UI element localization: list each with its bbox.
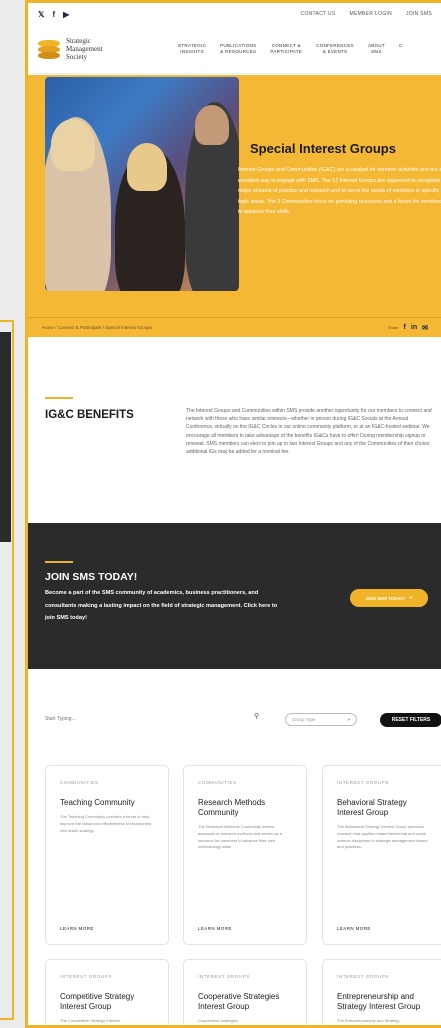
benefits-title: IG&C BENEFITS (45, 409, 134, 421)
card-description: The Entrepreneurship and Strategy (337, 1018, 400, 1023)
card-category: INTEREST GROUPS (60, 974, 112, 979)
join-section: JOIN SMS TODAY! Become a part of the SMS… (28, 523, 441, 669)
join-sms-link[interactable]: JOIN SMS (406, 11, 432, 17)
youtube-icon[interactable]: ▶ (63, 10, 69, 19)
card-category: INTEREST GROUPS (337, 780, 389, 785)
nav-item-strategic-insights[interactable]: STRATEGIC INSIGHTS (178, 43, 206, 55)
logo-icon (38, 38, 60, 60)
nav-item-more[interactable]: C (399, 43, 403, 55)
linkedin-share-icon[interactable]: in (411, 324, 417, 331)
card-title[interactable]: Cooperative Strategies Interest Group (198, 992, 292, 1012)
card-title[interactable]: Entrepreneurship and Strategy Interest G… (337, 992, 431, 1012)
logo-text-line: Strategic (66, 37, 91, 45)
benefits-text: The Interest Groups and Communities with… (186, 408, 432, 456)
nav-item-conferences[interactable]: CONFERENCES & EVENTS (316, 43, 354, 55)
breadcrumb-bar: Home / Connect & Participate / Special I… (28, 317, 441, 337)
chevron-down-icon: ▾ (347, 716, 350, 722)
logo-text-line: Management (66, 45, 103, 53)
learn-more-link[interactable]: LEARN MORE (198, 926, 232, 931)
nav-item-connect[interactable]: CONNECT & PARTICIPATE (270, 43, 302, 55)
join-text[interactable]: Become a part of the SMS community of ac… (45, 587, 280, 625)
nav-item-publications[interactable]: PUBLICATIONS & RESOURCES (220, 43, 256, 55)
share-links: Share f in ✉ (388, 324, 428, 332)
card-category: INTEREST GROUPS (337, 974, 389, 979)
share-label: Share (387, 325, 399, 330)
hero-section: Special Interest Groups Interest Groups … (28, 75, 441, 337)
twitter-icon[interactable]: 𝕏 (38, 10, 44, 19)
facebook-share-icon[interactable]: f (404, 324, 406, 331)
benefits-section: IG&C BENEFITS The Interest Groups and Co… (28, 337, 441, 523)
section-accent-line (45, 397, 73, 399)
learn-more-link[interactable]: LEARN MORE (60, 926, 94, 931)
group-card[interactable]: INTEREST GROUPS Cooperative Strategies I… (183, 959, 307, 1025)
logo-text-line: Society (66, 53, 87, 61)
social-links: 𝕏 f ▶ (38, 10, 69, 19)
main-nav: STRATEGIC INSIGHTS PUBLICATIONS & RESOURCE… (178, 43, 403, 55)
arrow-right-icon: ➜ (408, 595, 413, 600)
site-logo[interactable]: Strategic Management Society (38, 37, 178, 61)
section-accent-line (45, 561, 73, 563)
search-icon[interactable]: ⚲ (254, 712, 259, 720)
nav-item-about[interactable]: ABOUT SMS (368, 43, 385, 55)
join-button[interactable]: JOIN SMS TODAY! ➜ (350, 589, 428, 607)
card-title[interactable]: Teaching Community (60, 798, 154, 808)
join-title: JOIN SMS TODAY! (45, 571, 138, 583)
card-description: The Research Methods Community fosters a… (198, 824, 282, 850)
group-type-select[interactable]: Group Type ▾ (285, 713, 357, 726)
filter-bar: ⚲ Group Type ▾ RESET FILTERS (28, 669, 441, 765)
group-card[interactable]: INTEREST GROUPS Behavioral Strategy Inte… (322, 765, 441, 945)
card-category: COMMUNITIES (198, 780, 237, 785)
breadcrumb[interactable]: Home / Connect & Participate / Special I… (42, 325, 152, 330)
hero-description: Interest Groups and Communities (IG&C) a… (238, 167, 441, 215)
group-card[interactable]: INTEREST GROUPS Competitive Strategy Int… (45, 959, 169, 1025)
page-title: Special Interest Groups (250, 141, 396, 156)
card-category: COMMUNITIES (60, 780, 99, 785)
card-title[interactable]: Behavioral Strategy Interest Group (337, 798, 431, 818)
background-window-panel (0, 332, 11, 542)
hero-photo (45, 77, 239, 291)
learn-more-link[interactable]: LEARN MORE (337, 926, 371, 931)
contact-us-link[interactable]: CONTACT US (300, 11, 335, 17)
reset-filters-button[interactable]: RESET FILTERS (380, 713, 441, 727)
search-input[interactable] (45, 712, 255, 726)
card-description: The Behavioral Strategy Interest Group s… (337, 824, 428, 850)
facebook-icon[interactable]: f (52, 10, 55, 19)
group-card[interactable]: COMMUNITIES Teaching Community The Teach… (45, 765, 169, 945)
group-card[interactable]: INTEREST GROUPS Entrepreneurship and Str… (322, 959, 441, 1025)
email-share-icon[interactable]: ✉ (422, 324, 428, 332)
browser-page: 𝕏 f ▶ CONTACT US MEMBER LOGIN JOIN SMS S… (25, 0, 441, 1028)
card-description: Cooperative strategies (198, 1018, 239, 1023)
card-description: The Competitive Strategy Interest (60, 1018, 120, 1023)
card-description: The Teaching Community provides a forum … (60, 814, 152, 833)
card-title[interactable]: Research Methods Community (198, 798, 292, 818)
group-card[interactable]: COMMUNITIES Research Methods Community T… (183, 765, 307, 945)
card-category: INTEREST GROUPS (198, 974, 250, 979)
site-header: Strategic Management Society STRATEGIC IN… (28, 25, 441, 74)
card-title[interactable]: Competitive Strategy Interest Group (60, 992, 154, 1012)
member-login-link[interactable]: MEMBER LOGIN (349, 11, 392, 17)
utility-bar: 𝕏 f ▶ CONTACT US MEMBER LOGIN JOIN SMS (28, 3, 441, 25)
